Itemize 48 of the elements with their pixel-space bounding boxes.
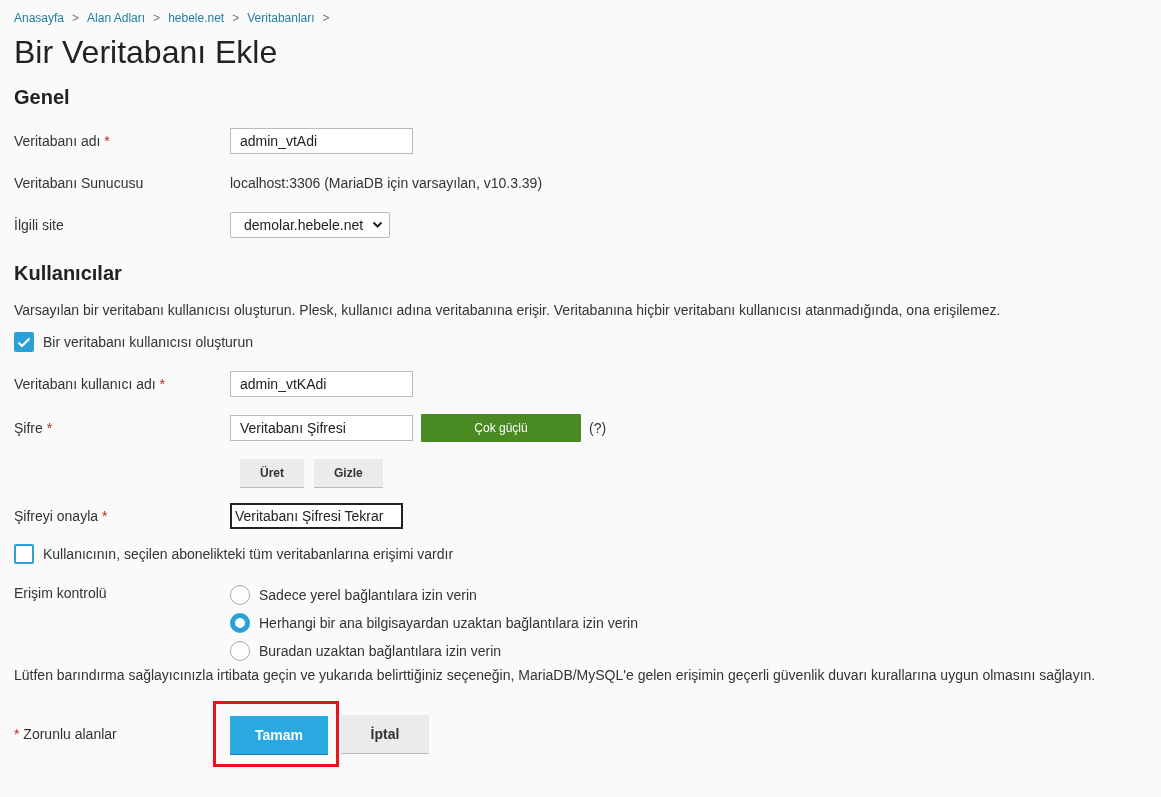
input-field[interactable]: Veritabanı Şifresi Tekrar xyxy=(230,503,403,529)
password-button[interactable]: Üret xyxy=(240,459,304,487)
radio-button[interactable] xyxy=(230,585,250,605)
required-mark: * xyxy=(14,726,20,742)
required-mark: * xyxy=(46,420,53,436)
password-button[interactable]: Gizle xyxy=(314,459,383,487)
checkbox-label: Kullanıcının, seçilen abonelikteki tüm veritabanlarına erişimi vardır xyxy=(43,546,454,562)
description-text: Varsayılan bir veritabanı kullanıcısı oluşturun. Plesk, kullanıcı adına veritabanına erişir. Veritabanına hiçbir veritabanı kullanıcısı atanmadığında, ona erişilemez. xyxy=(14,302,1002,318)
field-label: Veritabanı adı xyxy=(14,133,101,149)
breadcrumb-separator: > xyxy=(153,11,161,25)
radio-button[interactable] xyxy=(230,641,250,661)
field-label: Erişim kontrolü xyxy=(14,585,107,601)
field-value: localhost:3306 (MariaDB için varsayılan, v10.3.39) xyxy=(230,175,543,191)
required-fields-note: Zorunlu alanlar xyxy=(23,726,117,742)
password-field[interactable]: Veritabanı Şifresi xyxy=(230,415,413,441)
note-text: Lütfen barındırma sağlayıcınızla irtibata geçin ve yukarıda belirttiğiniz seçeneğin, MariaDB/MySQL'e gelen erişimin geçerli güvenlik duvarı kurallarına uygun olmasını sağlayın. xyxy=(14,667,1097,683)
breadcrumb-link[interactable]: Alan Adları xyxy=(87,11,146,25)
breadcrumb-link[interactable]: Anasayfa xyxy=(14,11,65,25)
checkbox[interactable] xyxy=(14,332,34,352)
required-mark: * xyxy=(159,376,165,392)
help-link[interactable]: (?) xyxy=(589,420,607,436)
radio-label: Buradan uzaktan bağlantılara izin verin xyxy=(259,643,502,659)
field-label: Şifreyi onayla xyxy=(14,508,99,524)
breadcrumb-link[interactable]: Veritabanları xyxy=(247,11,315,25)
page-title: Bir Veritabanı Ekle xyxy=(14,34,279,72)
section-heading: Kullanıcılar xyxy=(14,262,123,286)
required-mark: * xyxy=(101,508,108,524)
checkbox-label: Bir veritabanı kullanıcısı oluşturun xyxy=(43,334,254,350)
cancel-button[interactable]: İptal xyxy=(341,715,429,753)
radio-label: Sadece yerel bağlantılara izin verin xyxy=(259,587,477,603)
breadcrumb-link[interactable]: hebele.net xyxy=(168,11,225,25)
site-dropdown[interactable]: demolar.hebele.net xyxy=(230,212,391,238)
checkbox[interactable] xyxy=(14,544,34,564)
breadcrumb-separator: > xyxy=(72,11,80,25)
breadcrumb-separator: > xyxy=(322,11,330,25)
radio-button[interactable] xyxy=(230,613,250,633)
input-field[interactable]: admin_vtAdi xyxy=(230,128,413,154)
field-label: Veritabanı Sunucusu xyxy=(14,175,144,191)
field-label: Veritabanı kullanıcı adı xyxy=(14,376,156,392)
radio-label: Herhangi bir ana bilgisayardan uzaktan bağlantılara izin verin xyxy=(259,615,638,631)
chevron-down-icon xyxy=(372,221,384,229)
required-mark: * xyxy=(104,133,110,149)
password-strength-bar: Çok güçlü xyxy=(421,414,581,442)
breadcrumb-separator: > xyxy=(232,11,240,25)
section-heading: Genel xyxy=(14,86,71,110)
field-label: İlgili site xyxy=(14,217,64,233)
field-label: Şifre xyxy=(14,420,43,436)
input-field[interactable]: admin_vtKAdi xyxy=(230,371,413,397)
